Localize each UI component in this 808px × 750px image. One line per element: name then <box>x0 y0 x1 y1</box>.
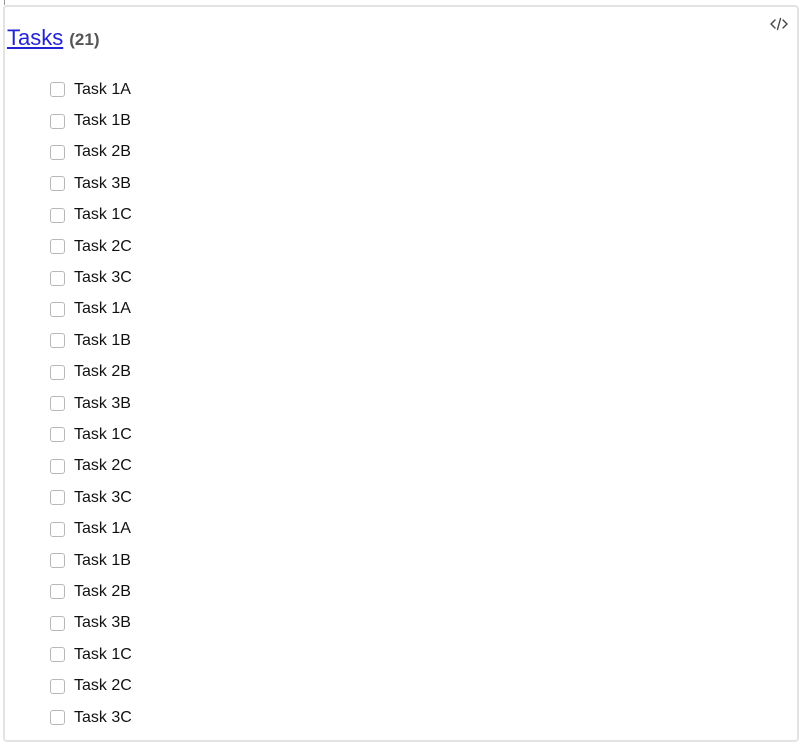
task-item[interactable]: Task 1A <box>50 513 132 544</box>
task-checkbox[interactable] <box>50 207 65 223</box>
task-list: Task 1A Task 1B Task 2B Task 3B Task 1C Task … <box>50 74 132 733</box>
task-checkbox[interactable] <box>50 270 65 286</box>
task-label: Task 3B <box>74 394 131 412</box>
task-label: Task 2C <box>74 457 132 475</box>
task-label: Task 3C <box>74 269 132 287</box>
task-label: Task 1B <box>74 331 131 349</box>
task-checkbox[interactable] <box>50 678 65 694</box>
task-item[interactable]: Task 1A <box>50 74 132 105</box>
task-checkbox[interactable] <box>50 113 65 129</box>
tasks-title-link[interactable]: Tasks <box>7 25 63 51</box>
task-label: Task 1A <box>74 300 131 318</box>
task-checkbox[interactable] <box>50 647 65 663</box>
tasks-widget: Tasks (21) Task 1A Task 1B Task 2B Task 3B T… <box>3 5 799 742</box>
code-brackets-icon[interactable] <box>769 16 789 32</box>
task-checkbox[interactable] <box>50 521 65 537</box>
task-checkbox[interactable] <box>50 584 65 600</box>
task-item[interactable]: Task 1B <box>50 325 132 356</box>
task-checkbox[interactable] <box>50 301 65 317</box>
task-label: Task 1B <box>74 112 131 130</box>
task-label: Task 1C <box>74 206 132 224</box>
task-checkbox[interactable] <box>50 615 65 631</box>
task-item[interactable]: Task 3C <box>50 482 132 513</box>
tasks-count: (21) <box>69 30 100 49</box>
task-checkbox[interactable] <box>50 176 65 192</box>
task-label: Task 1A <box>74 520 131 538</box>
task-label: Task 1C <box>74 645 132 663</box>
task-item[interactable]: Task 1C <box>50 639 132 670</box>
task-label: Task 1C <box>74 425 132 443</box>
task-checkbox[interactable] <box>50 710 65 725</box>
task-label: Task 3B <box>74 614 131 632</box>
task-label: Task 3C <box>74 708 132 726</box>
task-checkbox[interactable] <box>50 333 65 349</box>
task-item[interactable]: Task 3C <box>50 262 132 293</box>
task-label: Task 2B <box>74 582 131 600</box>
task-item[interactable]: Task 3B <box>50 168 132 199</box>
task-checkbox[interactable] <box>50 553 65 569</box>
task-item[interactable]: Task 3B <box>50 608 132 639</box>
task-item[interactable]: Task 3B <box>50 388 132 419</box>
task-item[interactable]: Task 1B <box>50 105 132 136</box>
task-item[interactable]: Task 1C <box>50 419 132 450</box>
task-checkbox[interactable] <box>50 144 65 160</box>
task-label: Task 2B <box>74 363 131 381</box>
task-checkbox[interactable] <box>50 364 65 380</box>
task-item[interactable]: Task 1C <box>50 200 132 231</box>
task-checkbox[interactable] <box>50 427 65 443</box>
task-item[interactable]: Task 1A <box>50 294 132 325</box>
task-label: Task 2B <box>74 143 131 161</box>
task-item[interactable]: Task 2C <box>50 231 132 262</box>
task-item[interactable]: Task 2B <box>50 576 132 607</box>
task-item[interactable]: Task 1B <box>50 545 132 576</box>
task-label: Task 3B <box>74 174 131 192</box>
task-item[interactable]: Task 2C <box>50 451 132 482</box>
widget-header: Tasks (21) <box>7 25 99 51</box>
task-label: Task 2C <box>74 237 132 255</box>
task-checkbox[interactable] <box>50 82 65 98</box>
task-label: Task 1A <box>74 80 131 98</box>
task-checkbox[interactable] <box>50 458 65 474</box>
task-checkbox[interactable] <box>50 239 65 255</box>
task-label: Task 1B <box>74 551 131 569</box>
task-checkbox[interactable] <box>50 396 65 412</box>
task-checkbox[interactable] <box>50 490 65 506</box>
task-item[interactable]: Task 2B <box>50 357 132 388</box>
task-item[interactable]: Task 2C <box>50 670 132 701</box>
task-label: Task 2C <box>74 677 132 695</box>
task-label: Task 3C <box>74 488 132 506</box>
task-item[interactable]: Task 2B <box>50 137 132 168</box>
task-item[interactable]: Task 3C <box>50 702 132 733</box>
